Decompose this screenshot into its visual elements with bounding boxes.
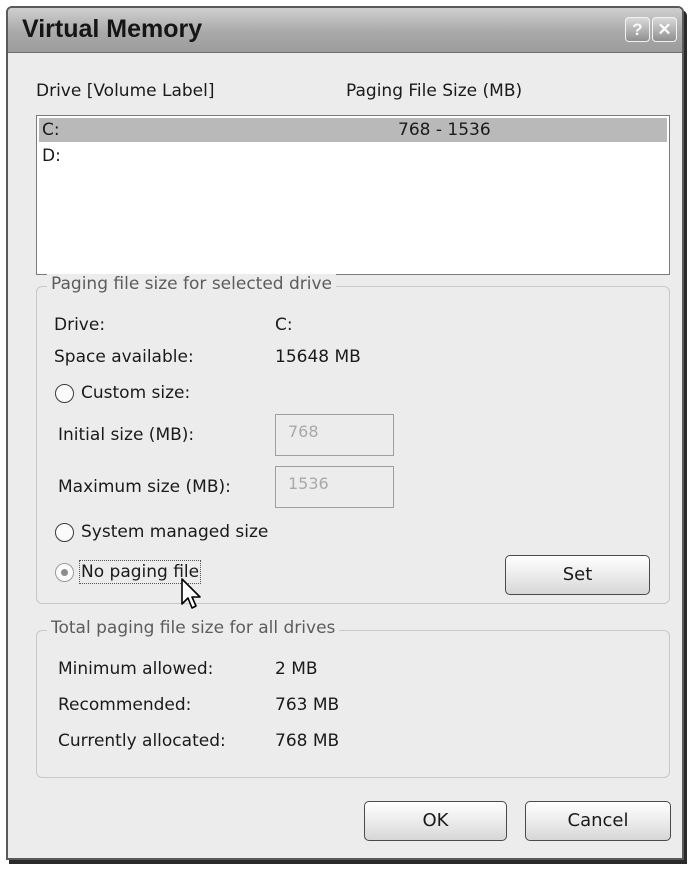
- drive-label: Drive:: [54, 315, 106, 335]
- recommended-value: 763 MB: [275, 695, 340, 715]
- totals-legend: Total paging file size for all drives: [47, 618, 340, 638]
- title-bar[interactable]: Virtual Memory ? ✕: [8, 8, 682, 53]
- drive-row-drive: D:: [42, 146, 61, 166]
- recommended-label: Recommended:: [58, 695, 192, 715]
- initial-size-input[interactable]: 768: [275, 414, 394, 456]
- paging-size-column-header: Paging File Size (MB): [346, 81, 523, 101]
- space-available-label: Space available:: [54, 347, 194, 367]
- currently-allocated-value: 768 MB: [275, 731, 340, 751]
- drive-value: C:: [275, 315, 293, 335]
- selected-drive-legend: Paging file size for selected drive: [47, 274, 337, 294]
- initial-size-label: Initial size (MB):: [58, 425, 195, 445]
- drive-listbox[interactable]: C: 768 - 1536 D:: [36, 115, 670, 275]
- custom-size-radio[interactable]: [55, 384, 74, 403]
- help-button[interactable]: ?: [625, 17, 650, 42]
- minimum-allowed-value: 2 MB: [275, 659, 318, 679]
- volume-label-header: [Volume Label]: [86, 81, 215, 101]
- selected-drive-group: Paging file size for selected drive Driv…: [36, 274, 670, 604]
- drive-column-header: Drive [Volume Label]: [36, 81, 215, 101]
- mouse-pointer-icon: [181, 578, 201, 609]
- window-title: Virtual Memory: [22, 15, 203, 43]
- virtual-memory-dialog: Virtual Memory ? ✕ Drive [Volume Label] …: [6, 6, 684, 860]
- cancel-button[interactable]: Cancel: [525, 801, 671, 841]
- drive-row-c[interactable]: C: 768 - 1536: [39, 118, 667, 142]
- totals-group: Total paging file size for all drives Mi…: [36, 618, 670, 778]
- system-managed-label[interactable]: System managed size: [81, 522, 268, 542]
- maximum-size-label: Maximum size (MB):: [58, 477, 231, 497]
- system-managed-radio[interactable]: [55, 523, 74, 542]
- minimum-allowed-label: Minimum allowed:: [58, 659, 214, 679]
- ok-button[interactable]: OK: [364, 801, 507, 841]
- currently-allocated-label: Currently allocated:: [58, 731, 226, 751]
- set-button[interactable]: Set: [505, 555, 650, 595]
- drive-row-d[interactable]: D:: [39, 144, 667, 168]
- custom-size-label[interactable]: Custom size:: [81, 383, 190, 403]
- space-available-value: 15648 MB: [275, 347, 361, 367]
- drive-row-size: 768 - 1536: [398, 120, 491, 140]
- drive-header-label: Drive: [36, 81, 82, 101]
- radio-selected-dot: [61, 569, 68, 576]
- close-button[interactable]: ✕: [652, 17, 677, 42]
- drive-row-drive: C:: [42, 120, 60, 140]
- no-paging-file-radio[interactable]: [55, 563, 74, 582]
- maximum-size-input[interactable]: 1536: [275, 466, 394, 508]
